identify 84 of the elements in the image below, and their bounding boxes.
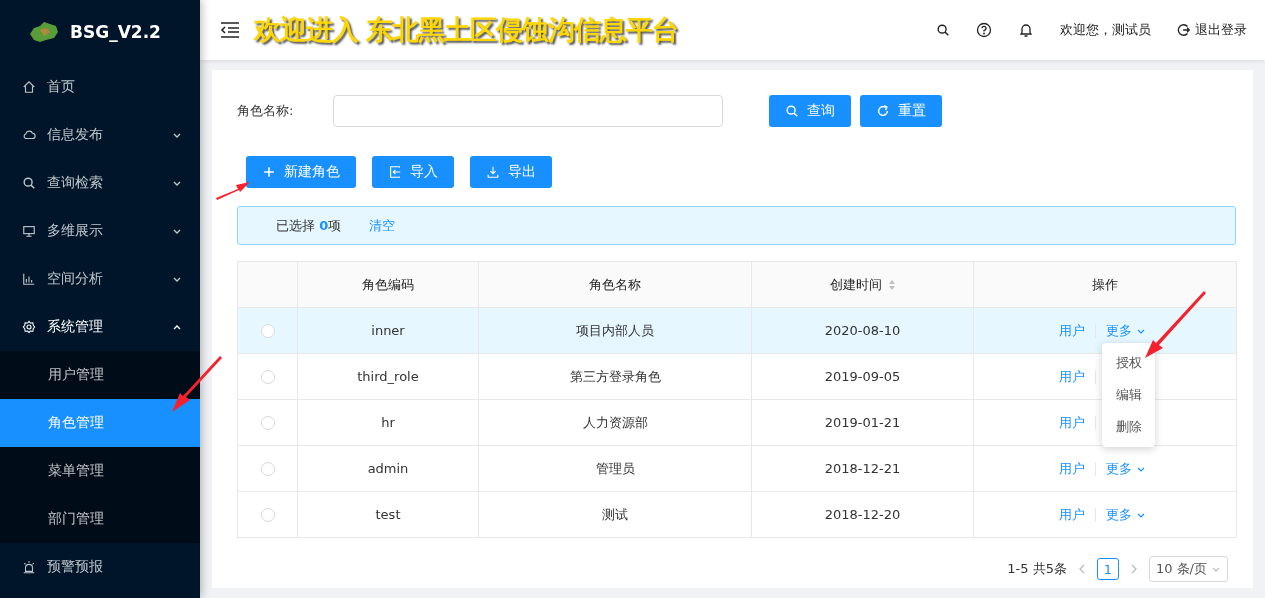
table-cell: admin — [297, 445, 479, 492]
settings-icon — [22, 320, 36, 334]
users-link[interactable]: 用户 — [1059, 322, 1085, 338]
field-label: 角色名称: — [237, 102, 295, 120]
menu-item[interactable]: 多维展示 — [0, 207, 200, 255]
more-link[interactable]: 更多 — [1106, 506, 1146, 522]
table-cell: 测试 — [478, 491, 752, 538]
search-icon[interactable] — [936, 23, 950, 37]
page-title: 欢迎进入 东北黑土区侵蚀沟信息平台 — [254, 13, 680, 47]
annotation-arrow — [172, 356, 222, 412]
more-link[interactable]: 更多 — [1106, 460, 1146, 476]
table-cell: 2018-12-21 — [751, 445, 974, 492]
users-link[interactable]: 用户 — [1059, 460, 1085, 476]
users-link[interactable]: 用户 — [1059, 506, 1085, 522]
logout-link[interactable]: 退出登录 — [1177, 21, 1247, 39]
home-icon — [22, 80, 36, 94]
table-cell: 2019-01-21 — [751, 399, 974, 446]
search-button[interactable]: 查询 — [769, 95, 851, 127]
column-header: 操作 — [973, 261, 1237, 308]
menu-fold-icon[interactable] — [220, 22, 240, 38]
table-cell: 2019-09-05 — [751, 353, 974, 400]
menu-item[interactable]: 首页 — [0, 63, 200, 111]
table-cell: test — [297, 491, 479, 538]
table-cell: 管理员 — [478, 445, 752, 492]
annotation-arrow — [1145, 291, 1206, 358]
menu-item[interactable]: 空间分析 — [0, 255, 200, 303]
help-icon[interactable] — [976, 22, 992, 38]
sort-icon[interactable] — [887, 279, 896, 291]
download-icon — [486, 165, 500, 179]
page-button[interactable]: 1 — [1096, 558, 1119, 580]
search-icon — [22, 176, 36, 190]
dropdown-item[interactable]: 删除 — [1102, 411, 1155, 443]
menu-item[interactable]: 信息发布 — [0, 111, 200, 159]
bar-chart-icon — [22, 272, 36, 286]
column-header: 创建时间 — [751, 261, 974, 308]
users-link[interactable]: 用户 — [1059, 414, 1085, 430]
submenu-item[interactable]: 部门管理 — [0, 495, 200, 543]
submenu-item[interactable]: 菜单管理 — [0, 447, 200, 495]
row-radio[interactable] — [260, 416, 275, 431]
table-cell: 项目内部人员 — [478, 307, 752, 354]
row-radio[interactable] — [260, 324, 275, 339]
row-radio[interactable] — [260, 508, 275, 523]
reload-icon — [876, 104, 890, 118]
toolbar-button[interactable]: 新建角色 — [246, 156, 356, 188]
plus-icon — [262, 165, 276, 179]
toolbar-button[interactable]: 导入 — [372, 156, 454, 188]
logo-icon — [28, 19, 60, 44]
menu-item[interactable]: 预警预报 — [0, 543, 200, 591]
column-header: 角色名称 — [478, 261, 752, 308]
search-icon — [785, 104, 799, 118]
toolbar-button[interactable]: 导出 — [470, 156, 552, 188]
table-cell: 人力资源部 — [478, 399, 752, 446]
menu-item[interactable]: 查询检索 — [0, 159, 200, 207]
role-name-field[interactable] — [333, 95, 723, 127]
row-radio[interactable] — [260, 370, 275, 385]
row-radio[interactable] — [260, 462, 275, 477]
menu-item[interactable]: 系统管理 — [0, 303, 200, 351]
table-cell: 第三方登录角色 — [478, 353, 752, 400]
dropdown-item[interactable]: 授权 — [1102, 347, 1155, 379]
column-header: 角色编码 — [297, 261, 479, 308]
clear-link[interactable]: 清空 — [369, 216, 396, 235]
app-name: BSG_V2.2 — [70, 21, 161, 42]
import-icon — [388, 165, 402, 179]
bell-icon[interactable] — [1018, 22, 1034, 38]
cloud-icon — [22, 128, 36, 142]
table-cell: inner — [297, 307, 479, 354]
logout-icon — [1177, 23, 1191, 37]
submenu-item[interactable]: 用户管理 — [0, 351, 200, 399]
dropdown-item[interactable]: 编辑 — [1102, 379, 1155, 411]
page-size-select[interactable]: 10 条/页 — [1148, 556, 1228, 582]
monitor-icon — [22, 224, 36, 238]
submenu-item[interactable]: 角色管理 — [0, 399, 200, 447]
table-cell: third_role — [297, 353, 479, 400]
table-cell: 2018-12-20 — [751, 491, 974, 538]
table-cell: 2020-08-10 — [751, 307, 974, 354]
users-link[interactable]: 用户 — [1059, 368, 1085, 384]
annotation-arrow — [216, 182, 250, 200]
table-cell: hr — [297, 399, 479, 446]
alarm-icon — [22, 560, 36, 574]
welcome-text: 欢迎您，测试员 — [1060, 21, 1151, 39]
total-count: 1-5 共5条 — [1007, 560, 1067, 578]
reset-button[interactable]: 重置 — [860, 95, 942, 127]
more-link[interactable]: 更多 — [1106, 322, 1146, 338]
selection-count: 已选择 0项 — [276, 216, 342, 235]
